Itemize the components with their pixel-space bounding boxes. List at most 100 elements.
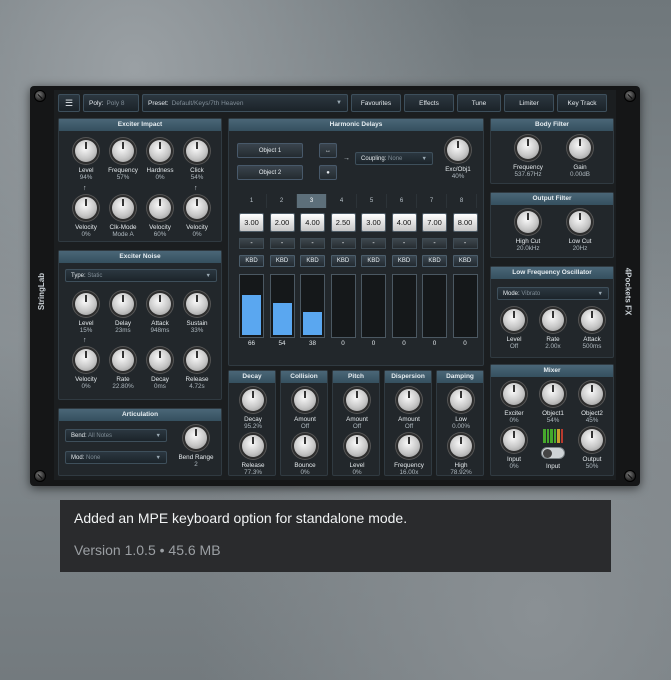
noise-type-select[interactable]: Type: Static ▼ bbox=[65, 269, 217, 282]
key-track-button[interactable]: Key Track bbox=[557, 94, 607, 112]
decay-knob[interactable]: Decay 95.2% bbox=[226, 389, 280, 439]
ratio-step-button[interactable]: - bbox=[452, 238, 478, 249]
level-bar[interactable] bbox=[330, 274, 356, 338]
mod-select[interactable]: Mod: None ▼ bbox=[65, 451, 167, 464]
click-knob[interactable]: Click 54% bbox=[170, 140, 224, 190]
level-bar[interactable] bbox=[300, 274, 325, 338]
kbd-button[interactable]: KBD bbox=[300, 255, 325, 267]
dot-icon[interactable]: ● bbox=[319, 165, 337, 180]
tab-6[interactable]: 6 bbox=[387, 194, 417, 208]
ratio-field[interactable]: 7.00 bbox=[422, 213, 447, 232]
low-knob[interactable]: Low 0.00% bbox=[434, 389, 488, 439]
bend-range-knob[interactable]: Bend Range 2 bbox=[169, 427, 223, 477]
ratio-field[interactable]: 4.00 bbox=[391, 213, 417, 232]
level-value: 54 bbox=[278, 340, 286, 347]
level-bar[interactable] bbox=[361, 274, 386, 338]
ratio-step-button[interactable]: - bbox=[422, 238, 447, 249]
level-bar[interactable] bbox=[269, 274, 295, 338]
link-arrows-icon[interactable]: ↔ bbox=[319, 143, 337, 158]
kbd-button[interactable]: KBD bbox=[239, 255, 264, 267]
tab-8[interactable]: 8 bbox=[447, 194, 477, 208]
amount-knob[interactable]: Amount Off bbox=[278, 389, 332, 439]
panel-title: Decay bbox=[229, 371, 275, 383]
ratio-step-button[interactable]: - bbox=[269, 238, 295, 249]
ratio-step-button[interactable]: - bbox=[239, 238, 264, 249]
ratio-field[interactable]: 2.00 bbox=[269, 213, 295, 232]
frequency-knob[interactable]: Frequency 16.00x bbox=[382, 435, 436, 485]
ratio-field[interactable]: 2.50 bbox=[330, 213, 356, 232]
level-bar-fill bbox=[242, 295, 261, 335]
preset-select[interactable]: Preset: Default/Keys/7th Heaven ▼ bbox=[142, 94, 348, 112]
harmonic-delays-panel: Harmonic Delays Object 1 Object 2 ↔ ● → … bbox=[228, 118, 484, 366]
amount-knob[interactable]: Amount Off bbox=[382, 389, 436, 439]
ratio-step-button[interactable]: - bbox=[300, 238, 325, 249]
tab-4[interactable]: 4 bbox=[327, 194, 357, 208]
coupling-select[interactable]: Coupling: None ▼ bbox=[355, 152, 433, 165]
amount-knob[interactable]: Amount Off bbox=[330, 389, 384, 439]
ratio-field[interactable]: 8.00 bbox=[452, 213, 478, 232]
object2-knob[interactable]: Object2 45% bbox=[565, 383, 619, 433]
level-value: 0 bbox=[371, 340, 376, 347]
ratio-field[interactable]: 4.00 bbox=[300, 213, 325, 232]
lfo-mode-select[interactable]: Mode: Vibrato ▼ bbox=[497, 287, 609, 300]
frequency-knob[interactable]: Frequency 537.67Hz bbox=[501, 137, 555, 187]
menu-button[interactable]: ☰ bbox=[58, 94, 80, 112]
velocity-knob[interactable]: Velocity 0% bbox=[170, 197, 224, 247]
ratio-step-button[interactable]: - bbox=[330, 238, 356, 249]
tab-5[interactable]: 5 bbox=[357, 194, 387, 208]
output-knob[interactable]: Output 50% bbox=[565, 429, 619, 479]
kbd-button[interactable]: KBD bbox=[391, 255, 417, 267]
panel-title: Output Filter bbox=[491, 193, 613, 205]
input-knob[interactable]: Input 0% bbox=[487, 429, 541, 479]
release-knob[interactable]: Release 4.72s bbox=[170, 349, 224, 399]
arrow-right-icon: → bbox=[343, 155, 350, 162]
release-note-text: Added an MPE keyboard option for standal… bbox=[74, 510, 408, 526]
favourites-button[interactable]: Favourites bbox=[351, 94, 401, 112]
ratio-field[interactable]: 3.00 bbox=[239, 213, 264, 232]
level-bar[interactable] bbox=[452, 274, 478, 338]
tab-3[interactable]: 3 bbox=[297, 194, 327, 208]
kbd-button[interactable]: KBD bbox=[422, 255, 447, 267]
release-knob[interactable]: Release 77.3% bbox=[226, 435, 280, 485]
dispersion-panel: Dispersion Amount Off Frequency 16.00x bbox=[384, 370, 432, 476]
poly-select[interactable]: Poly: Poly 8 bbox=[83, 94, 139, 112]
object2-button[interactable]: Object 2 bbox=[237, 165, 303, 180]
ratio-step-button[interactable]: - bbox=[361, 238, 386, 249]
level-bar[interactable] bbox=[391, 274, 417, 338]
kbd-button[interactable]: KBD bbox=[330, 255, 356, 267]
exc-obj1-knob[interactable]: Exc/Obj1 40% bbox=[431, 139, 485, 189]
bounce-knob[interactable]: Bounce 0% bbox=[278, 435, 332, 485]
ratio-step-button[interactable]: - bbox=[391, 238, 417, 249]
arrow-up-icon: ↑ bbox=[194, 185, 198, 192]
level-knob[interactable]: Level 0% bbox=[330, 435, 384, 485]
kbd-button[interactable]: KBD bbox=[269, 255, 295, 267]
level-value: 0 bbox=[341, 340, 345, 347]
hamburger-icon: ☰ bbox=[64, 97, 74, 108]
effects-button[interactable]: Effects bbox=[404, 94, 454, 112]
tab-7[interactable]: 7 bbox=[417, 194, 447, 208]
attack-knob[interactable]: Attack 500ms bbox=[565, 309, 619, 359]
kbd-button[interactable]: KBD bbox=[361, 255, 386, 267]
chevron-down-icon: ▼ bbox=[205, 272, 211, 279]
screw-icon bbox=[34, 90, 46, 102]
bend-select[interactable]: Bend: All Notes ▼ bbox=[65, 429, 167, 442]
tab-1[interactable]: 1 bbox=[237, 194, 267, 208]
limiter-button[interactable]: Limiter bbox=[504, 94, 554, 112]
gain-knob[interactable]: Gain 0.00dB bbox=[553, 137, 607, 187]
input-toggle[interactable] bbox=[541, 447, 565, 459]
sustain-knob[interactable]: Sustain 33% bbox=[170, 293, 224, 343]
tab-2[interactable]: 2 bbox=[267, 194, 297, 208]
kbd-button[interactable]: KBD bbox=[452, 255, 478, 267]
level-value: 66 bbox=[247, 340, 255, 347]
arrow-up-icon: ↑ bbox=[83, 337, 87, 344]
pitch-panel: Pitch Amount Off Level 0% bbox=[332, 370, 380, 476]
high-cut-knob[interactable]: High Cut 20.0kHz bbox=[501, 211, 555, 261]
object1-button[interactable]: Object 1 bbox=[237, 143, 303, 158]
tune-button[interactable]: Tune bbox=[457, 94, 501, 112]
high-knob[interactable]: High 78.92% bbox=[434, 435, 488, 485]
ratio-field[interactable]: 3.00 bbox=[361, 213, 386, 232]
level-bar[interactable] bbox=[239, 274, 264, 338]
level-bar[interactable] bbox=[422, 274, 447, 338]
panel-title: Exciter Impact bbox=[59, 119, 221, 131]
low-cut-knob[interactable]: Low Cut 20Hz bbox=[553, 211, 607, 261]
